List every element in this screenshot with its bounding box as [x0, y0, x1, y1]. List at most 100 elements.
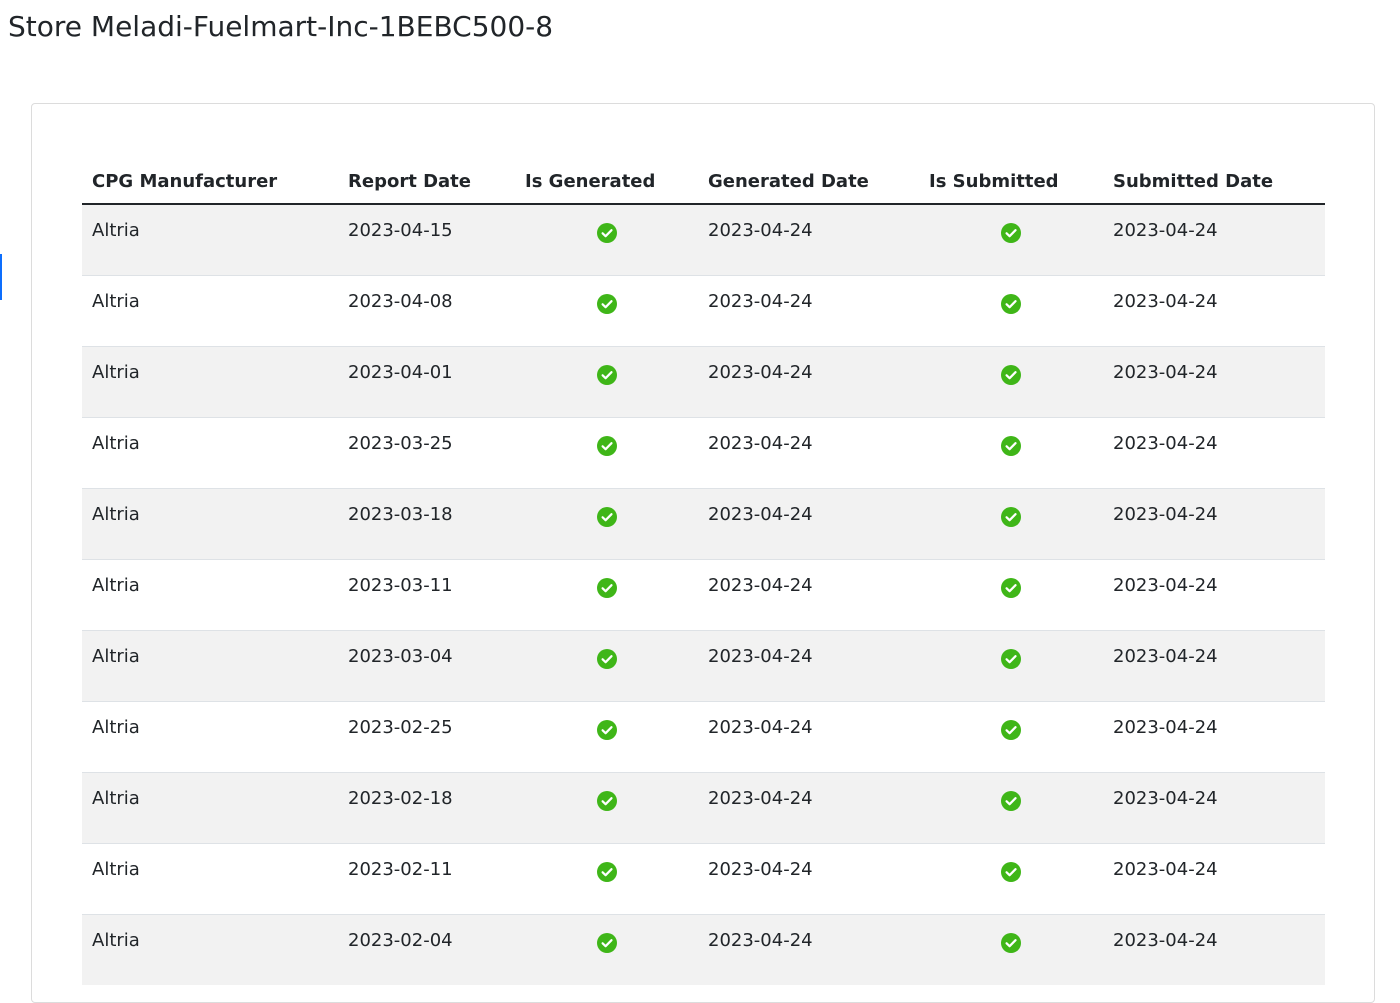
cell-report-date: 2023-04-15	[338, 204, 515, 275]
check-circle-icon	[596, 293, 617, 314]
cell-manufacturer: Altria	[82, 487, 338, 559]
check-circle-icon	[596, 648, 617, 669]
check-circle-icon	[596, 223, 617, 243]
reports-card: CPG Manufacturer Report Date Is Generate…	[31, 103, 1375, 1003]
cell-submitted-date: 2023-04-24	[1103, 700, 1325, 772]
cell-is-generated	[515, 913, 698, 985]
header-report-date[interactable]: Report Date	[338, 160, 515, 205]
cell-generated-date: 2023-04-24	[698, 204, 919, 275]
cell-is-submitted	[919, 487, 1103, 559]
cell-report-date: 2023-03-04	[338, 629, 515, 701]
cell-generated-date: 2023-04-24	[698, 274, 919, 346]
table-row: Altria 2023-03-25 2023-04-24 2023-04-24	[82, 416, 1325, 488]
cell-manufacturer: Altria	[82, 629, 338, 701]
check-circle-icon	[596, 435, 617, 456]
cell-is-submitted	[919, 842, 1103, 914]
header-is-submitted[interactable]: Is Submitted	[919, 160, 1103, 205]
cell-generated-date: 2023-04-24	[698, 842, 919, 914]
sidebar-toggle-tab[interactable]	[0, 254, 2, 300]
table-row: Altria 2023-04-01 2023-04-24 2023-04-24	[82, 345, 1325, 417]
check-circle-icon	[1001, 223, 1021, 243]
check-circle-icon	[1001, 648, 1021, 669]
check-circle-icon	[1001, 932, 1021, 953]
cell-is-generated	[515, 487, 698, 559]
cell-submitted-date: 2023-04-24	[1103, 558, 1325, 630]
check-circle-icon	[596, 364, 617, 385]
cell-is-generated	[515, 842, 698, 914]
cell-generated-date: 2023-04-24	[698, 487, 919, 559]
cell-generated-date: 2023-04-24	[698, 700, 919, 772]
cell-report-date: 2023-03-11	[338, 558, 515, 630]
cell-submitted-date: 2023-04-24	[1103, 629, 1325, 701]
cell-is-submitted	[919, 700, 1103, 772]
header-cpg-manufacturer[interactable]: CPG Manufacturer	[82, 160, 338, 205]
cell-manufacturer: Altria	[82, 771, 338, 843]
cell-is-submitted	[919, 771, 1103, 843]
check-circle-icon	[1001, 435, 1021, 456]
cell-is-submitted	[919, 274, 1103, 346]
cell-manufacturer: Altria	[82, 913, 338, 985]
table-row: Altria 2023-02-18 2023-04-24 2023-04-24	[82, 771, 1325, 843]
cell-is-generated	[515, 345, 698, 417]
table-row: Altria 2023-02-11 2023-04-24 2023-04-24	[82, 842, 1325, 914]
table-row: Altria 2023-02-25 2023-04-24 2023-04-24	[82, 700, 1325, 772]
cell-submitted-date: 2023-04-24	[1103, 487, 1325, 559]
cell-report-date: 2023-04-01	[338, 345, 515, 417]
cell-generated-date: 2023-04-24	[698, 345, 919, 417]
cell-submitted-date: 2023-04-24	[1103, 345, 1325, 417]
cell-is-submitted	[919, 913, 1103, 985]
header-generated-date[interactable]: Generated Date	[698, 160, 919, 205]
check-circle-icon	[1001, 861, 1021, 882]
check-circle-icon	[1001, 293, 1021, 314]
check-circle-icon	[1001, 506, 1021, 527]
cell-report-date: 2023-03-25	[338, 416, 515, 488]
cell-is-generated	[515, 416, 698, 488]
cell-submitted-date: 2023-04-24	[1103, 913, 1325, 985]
cell-is-generated	[515, 629, 698, 701]
check-circle-icon	[596, 506, 617, 527]
cell-report-date: 2023-02-18	[338, 771, 515, 843]
table-header-row: CPG Manufacturer Report Date Is Generate…	[82, 160, 1325, 205]
cell-generated-date: 2023-04-24	[698, 913, 919, 985]
cell-manufacturer: Altria	[82, 345, 338, 417]
cell-generated-date: 2023-04-24	[698, 416, 919, 488]
cell-submitted-date: 2023-04-24	[1103, 771, 1325, 843]
cell-is-generated	[515, 204, 698, 275]
header-submitted-date[interactable]: Submitted Date	[1103, 160, 1325, 205]
table-row: Altria 2023-02-04 2023-04-24 2023-04-24	[82, 913, 1325, 985]
cell-is-generated	[515, 274, 698, 346]
check-circle-icon	[596, 932, 617, 953]
table-row: Altria 2023-04-08 2023-04-24 2023-04-24	[82, 274, 1325, 346]
cell-is-generated	[515, 771, 698, 843]
cell-manufacturer: Altria	[82, 416, 338, 488]
cell-is-submitted	[919, 345, 1103, 417]
cell-report-date: 2023-04-08	[338, 274, 515, 346]
cell-manufacturer: Altria	[82, 558, 338, 630]
cell-report-date: 2023-03-18	[338, 487, 515, 559]
cell-is-submitted	[919, 558, 1103, 630]
cell-submitted-date: 2023-04-24	[1103, 204, 1325, 275]
cell-submitted-date: 2023-04-24	[1103, 274, 1325, 346]
page-title: Store Meladi-Fuelmart-Inc-1BEBC500-8	[8, 10, 554, 43]
cell-manufacturer: Altria	[82, 274, 338, 346]
header-is-generated[interactable]: Is Generated	[515, 160, 698, 205]
table-row: Altria 2023-03-04 2023-04-24 2023-04-24	[82, 629, 1325, 701]
check-circle-icon	[596, 790, 617, 811]
check-circle-icon	[596, 577, 617, 598]
cell-submitted-date: 2023-04-24	[1103, 416, 1325, 488]
reports-table: CPG Manufacturer Report Date Is Generate…	[82, 160, 1325, 985]
cell-is-generated	[515, 558, 698, 630]
cell-is-generated	[515, 700, 698, 772]
check-circle-icon	[1001, 719, 1021, 740]
check-circle-icon	[1001, 790, 1021, 811]
cell-report-date: 2023-02-04	[338, 913, 515, 985]
table-row: Altria 2023-03-11 2023-04-24 2023-04-24	[82, 558, 1325, 630]
cell-manufacturer: Altria	[82, 700, 338, 772]
check-circle-icon	[596, 861, 617, 882]
cell-generated-date: 2023-04-24	[698, 558, 919, 630]
table-body: Altria 2023-04-15 2023-04-24 2023-04-24 Altr…	[82, 204, 1325, 985]
cell-is-submitted	[919, 629, 1103, 701]
check-circle-icon	[1001, 364, 1021, 385]
cell-generated-date: 2023-04-24	[698, 771, 919, 843]
table-row: Altria 2023-04-15 2023-04-24 2023-04-24	[82, 204, 1325, 275]
